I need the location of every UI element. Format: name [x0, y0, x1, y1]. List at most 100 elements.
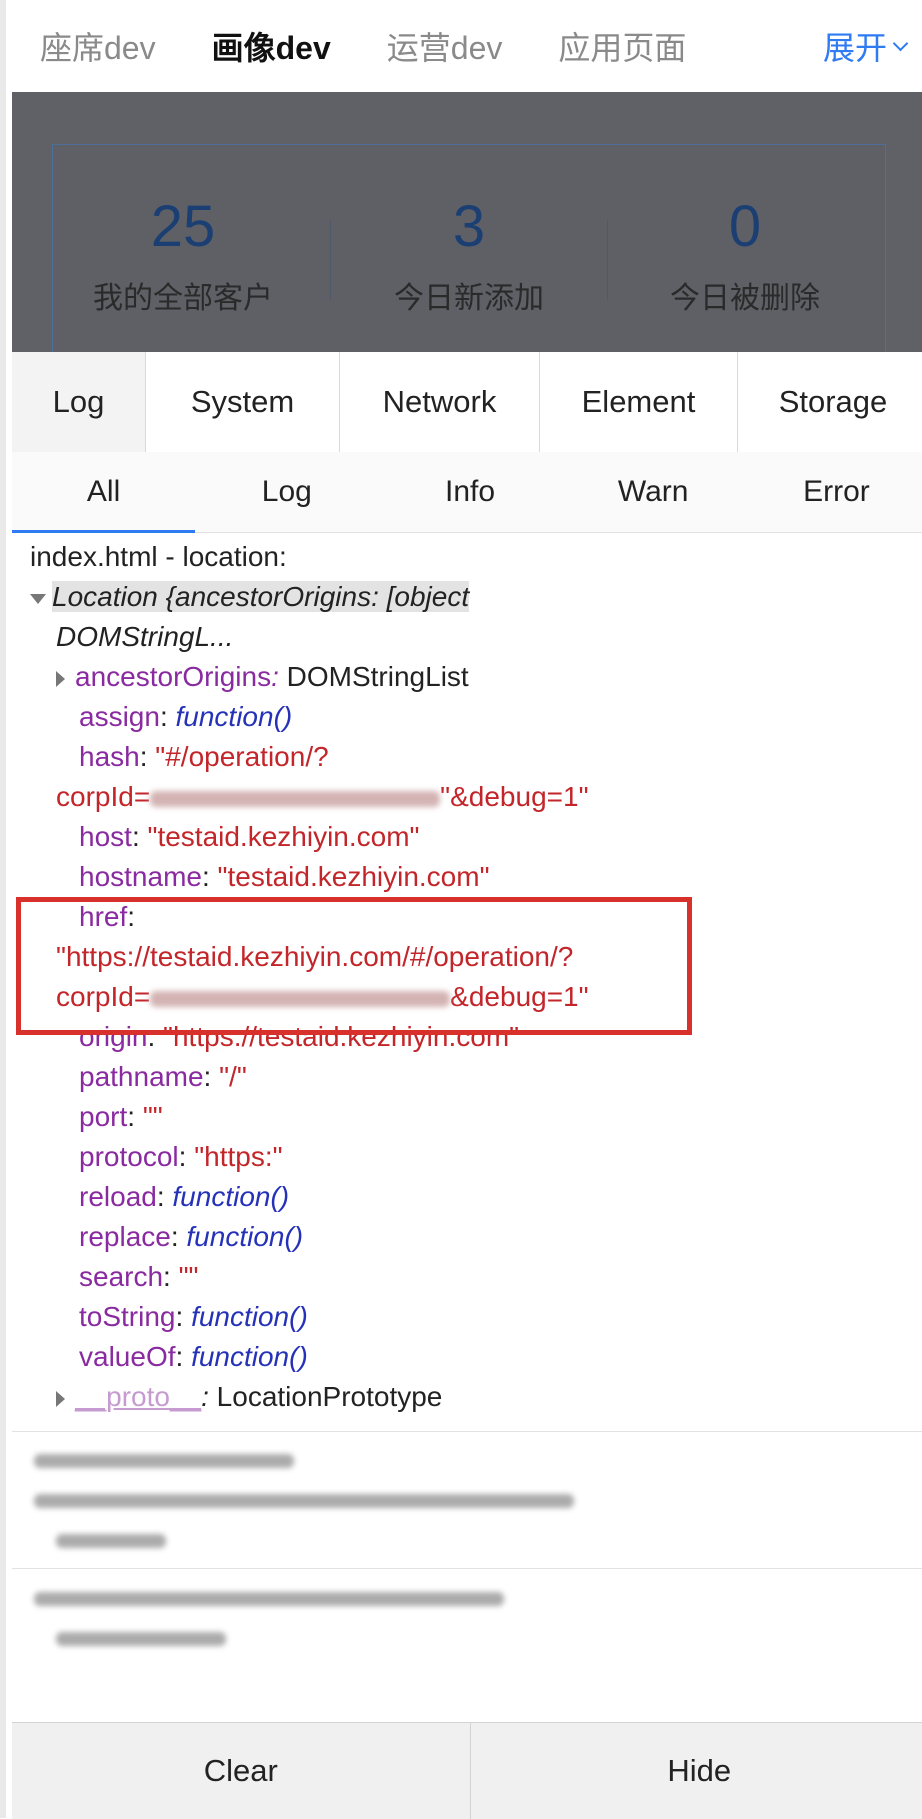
- tab-element[interactable]: Element: [540, 352, 738, 452]
- prop-key: ancestorOrigins: [75, 661, 271, 692]
- clear-button[interactable]: Clear: [12, 1723, 470, 1819]
- highlight-box: [16, 897, 692, 1035]
- tab-system[interactable]: System: [146, 352, 340, 452]
- redacted-log-line: [56, 1519, 166, 1559]
- devtools-main-tabs: Log System Network Element Storage: [12, 352, 922, 453]
- prop-valueOf: valueOf: function(): [79, 1337, 308, 1377]
- prop-key: pathname: [79, 1061, 204, 1092]
- prop-value: function(): [191, 1301, 308, 1332]
- hide-button[interactable]: Hide: [470, 1723, 922, 1819]
- prop-value: "/": [219, 1061, 247, 1092]
- filter-all[interactable]: All: [12, 452, 195, 532]
- devtools-filter-tabs: All Log Info Warn Error: [12, 452, 922, 533]
- prop-pathname: pathname: "/": [79, 1057, 247, 1097]
- devtools-panel: Log System Network Element Storage All L…: [12, 352, 922, 1818]
- stats-overlay: 25 我的全部客户 3 今日新添加 0 今日被删除: [12, 92, 922, 352]
- prop-key: assign: [79, 701, 160, 732]
- prop-protocol: protocol: "https:": [79, 1137, 283, 1177]
- prop-key: reload: [79, 1181, 157, 1212]
- prop-value: "testaid.kezhiyin.com": [148, 821, 420, 852]
- stat-label: 今日被删除: [615, 273, 875, 317]
- redacted-log-line: [34, 1439, 294, 1479]
- object-summary-cont: DOMStringL...: [56, 617, 233, 657]
- object-summary[interactable]: Location {ancestorOrigins: [object: [30, 577, 469, 617]
- redacted-blur: [34, 1592, 504, 1606]
- prop-reload: reload: function(): [79, 1177, 289, 1217]
- redacted-blur: [56, 1632, 226, 1646]
- filter-info[interactable]: Info: [378, 452, 561, 532]
- tab-network[interactable]: Network: [340, 352, 540, 452]
- log-trailing-text: progress.env: [30, 1651, 192, 1663]
- stat-added-today[interactable]: 3 今日新添加: [339, 195, 599, 317]
- stat-all-customers[interactable]: 25 我的全部客户: [53, 195, 313, 317]
- redacted-blur: [34, 1494, 574, 1508]
- prop-value: function(): [172, 1181, 289, 1212]
- log-separator: [12, 1431, 922, 1432]
- expand-triangle-icon[interactable]: [56, 671, 65, 687]
- prop-value: function(): [191, 1341, 308, 1372]
- prop-key: valueOf: [79, 1341, 176, 1372]
- prop-value: "#/operation/?: [155, 741, 328, 772]
- prop-value-prefix: corpId=: [56, 781, 150, 812]
- prop-key: port: [79, 1101, 127, 1132]
- stat-label: 我的全部客户: [53, 273, 313, 317]
- redacted-blur: [150, 791, 440, 807]
- prop-value: "": [179, 1261, 199, 1292]
- nav-tab-profile-dev[interactable]: 画像dev: [184, 23, 359, 69]
- stat-divider: [607, 220, 608, 300]
- expand-triangle-icon[interactable]: [56, 1391, 65, 1407]
- prop-key: __proto__: [75, 1381, 201, 1412]
- filter-warn[interactable]: Warn: [562, 452, 745, 532]
- prop-value: "https:": [194, 1141, 282, 1172]
- prop-host: host: "testaid.kezhiyin.com": [79, 817, 420, 857]
- log-separator: [12, 1568, 922, 1569]
- prop-toString: toString: function(): [79, 1297, 308, 1337]
- app-frame: 座席dev 画像dev 运营dev 应用页面 展开 25 我的全部客户 3 今日…: [0, 0, 922, 1818]
- tab-log[interactable]: Log: [12, 352, 146, 452]
- stat-value: 3: [339, 195, 599, 259]
- stat-value: 25: [53, 195, 313, 259]
- prop-value: function(): [176, 701, 293, 732]
- object-summary-text: Location {ancestorOrigins: [object: [52, 581, 469, 612]
- expand-button[interactable]: 展开: [795, 23, 922, 69]
- prop-ancestorOrigins[interactable]: ancestorOrigins: DOMStringList: [56, 657, 469, 697]
- stat-divider: [330, 220, 331, 300]
- collapse-triangle-icon[interactable]: [30, 594, 46, 604]
- log-header: index.html - location:: [30, 537, 287, 577]
- prop-proto[interactable]: __proto__: LocationPrototype: [56, 1377, 442, 1417]
- prop-assign: assign: function(): [79, 697, 292, 737]
- chevron-down-icon: [893, 35, 909, 51]
- prop-key: hash: [79, 741, 140, 772]
- redacted-log-line: [34, 1577, 504, 1617]
- prop-key: toString: [79, 1301, 176, 1332]
- expand-label: 展开: [823, 23, 887, 69]
- nav-tab-operation-dev[interactable]: 运营dev: [359, 23, 531, 69]
- prop-value: LocationPrototype: [217, 1381, 443, 1412]
- redacted-log-line: [34, 1479, 574, 1519]
- filter-log[interactable]: Log: [195, 452, 378, 532]
- stat-deleted-today[interactable]: 0 今日被删除: [615, 195, 875, 317]
- prop-value-suffix: "&debug=1": [440, 781, 588, 812]
- top-nav: 座席dev 画像dev 运营dev 应用页面 展开: [12, 0, 922, 92]
- prop-hash: hash: "#/operation/?: [79, 737, 329, 777]
- nav-tab-app-pages[interactable]: 应用页面: [530, 23, 714, 69]
- prop-hash-cont: corpId= "&debug=1": [56, 777, 589, 817]
- prop-value: function(): [186, 1221, 303, 1252]
- devtools-bottom-bar: Clear Hide: [12, 1722, 922, 1819]
- log-output[interactable]: index.html - location: Location {ancesto…: [12, 533, 922, 1663]
- prop-key: replace: [79, 1221, 171, 1252]
- prop-value: "": [143, 1101, 163, 1132]
- prop-hostname: hostname: "testaid.kezhiyin.com": [79, 857, 490, 897]
- prop-search: search: "": [79, 1257, 199, 1297]
- stat-value: 0: [615, 195, 875, 259]
- redacted-blur: [56, 1534, 166, 1548]
- stat-label: 今日新添加: [339, 273, 599, 317]
- prop-replace: replace: function(): [79, 1217, 303, 1257]
- tab-storage[interactable]: Storage: [738, 352, 922, 452]
- filter-error[interactable]: Error: [745, 452, 922, 532]
- nav-tab-seat-dev[interactable]: 座席dev: [12, 23, 184, 69]
- redacted-blur: [34, 1454, 294, 1468]
- prop-key: host: [79, 821, 132, 852]
- prop-value: "testaid.kezhiyin.com": [218, 861, 490, 892]
- prop-key: protocol: [79, 1141, 179, 1172]
